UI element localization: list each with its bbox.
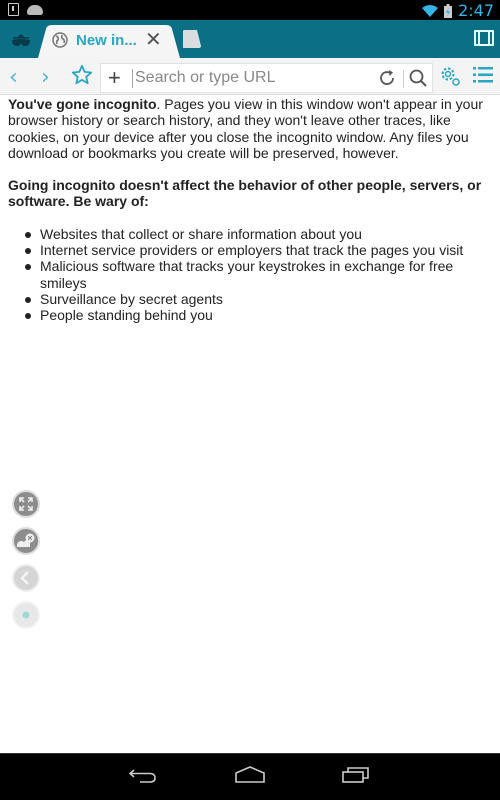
gear-icon[interactable]	[439, 65, 461, 87]
dot-icon	[22, 611, 30, 619]
list-item: Websites that collect or share informati…	[23, 226, 494, 242]
back-button[interactable]: ‹	[9, 65, 18, 90]
fullscreen-button[interactable]	[12, 490, 40, 518]
list-item: Malicious software that tracks your keys…	[23, 258, 494, 291]
tab-close-button[interactable]: ✕	[145, 30, 162, 50]
incognito-page: You've gone incognito. Pages you view in…	[8, 96, 494, 324]
back-nav-icon[interactable]	[128, 766, 158, 784]
system-nav-bar	[0, 753, 500, 800]
download-notification-icon	[8, 3, 19, 16]
url-divider-2	[403, 70, 404, 88]
list-item: Surveillance by secret agents	[23, 291, 494, 307]
back-icon	[20, 571, 29, 585]
forward-button[interactable]: ›	[41, 65, 50, 90]
tab-title[interactable]: New in...	[76, 32, 137, 49]
tab-switcher-icon[interactable]	[474, 30, 494, 46]
no-image-button[interactable]	[12, 527, 40, 555]
tab-bar: New in... ✕	[0, 20, 500, 58]
star-icon[interactable]	[71, 64, 93, 86]
fullscreen-icon	[19, 497, 33, 511]
search-icon[interactable]	[408, 68, 428, 88]
intro-paragraph: You've gone incognito. Pages you view in…	[8, 96, 494, 161]
warning-list: Websites that collect or share informati…	[8, 226, 494, 324]
battery-icon	[444, 3, 453, 18]
recents-nav-icon[interactable]	[341, 766, 371, 784]
add-button[interactable]: +	[108, 67, 121, 89]
no-image-icon	[17, 533, 35, 547]
clock: 2:47	[458, 1, 494, 20]
incognito-mask-icon[interactable]	[10, 32, 32, 48]
new-tab-icon[interactable]	[180, 30, 202, 48]
url-bar: +	[100, 63, 433, 93]
android-notification-icon	[27, 4, 43, 15]
globe-icon	[52, 32, 68, 48]
side-dot-button[interactable]	[12, 601, 40, 629]
warning-text: Going incognito doesn't affect the behav…	[8, 177, 482, 210]
url-input[interactable]	[135, 67, 375, 89]
intro-heading: You've gone incognito	[8, 96, 157, 112]
url-divider	[132, 69, 133, 88]
screen: 2:47 New in... ✕ ‹ › + Search or type UR…	[0, 0, 500, 800]
list-item: People standing behind you	[23, 307, 494, 323]
home-nav-icon[interactable]	[234, 766, 266, 784]
wifi-icon	[422, 4, 439, 17]
side-back-button[interactable]	[12, 564, 40, 592]
reload-icon[interactable]	[377, 68, 397, 88]
menu-icon[interactable]	[473, 67, 493, 83]
toolbar: ‹ › +	[0, 58, 500, 95]
warning-paragraph: Going incognito doesn't affect the behav…	[8, 177, 494, 210]
status-bar: 2:47	[0, 0, 500, 20]
list-item: Internet service providers or employers …	[23, 242, 494, 258]
